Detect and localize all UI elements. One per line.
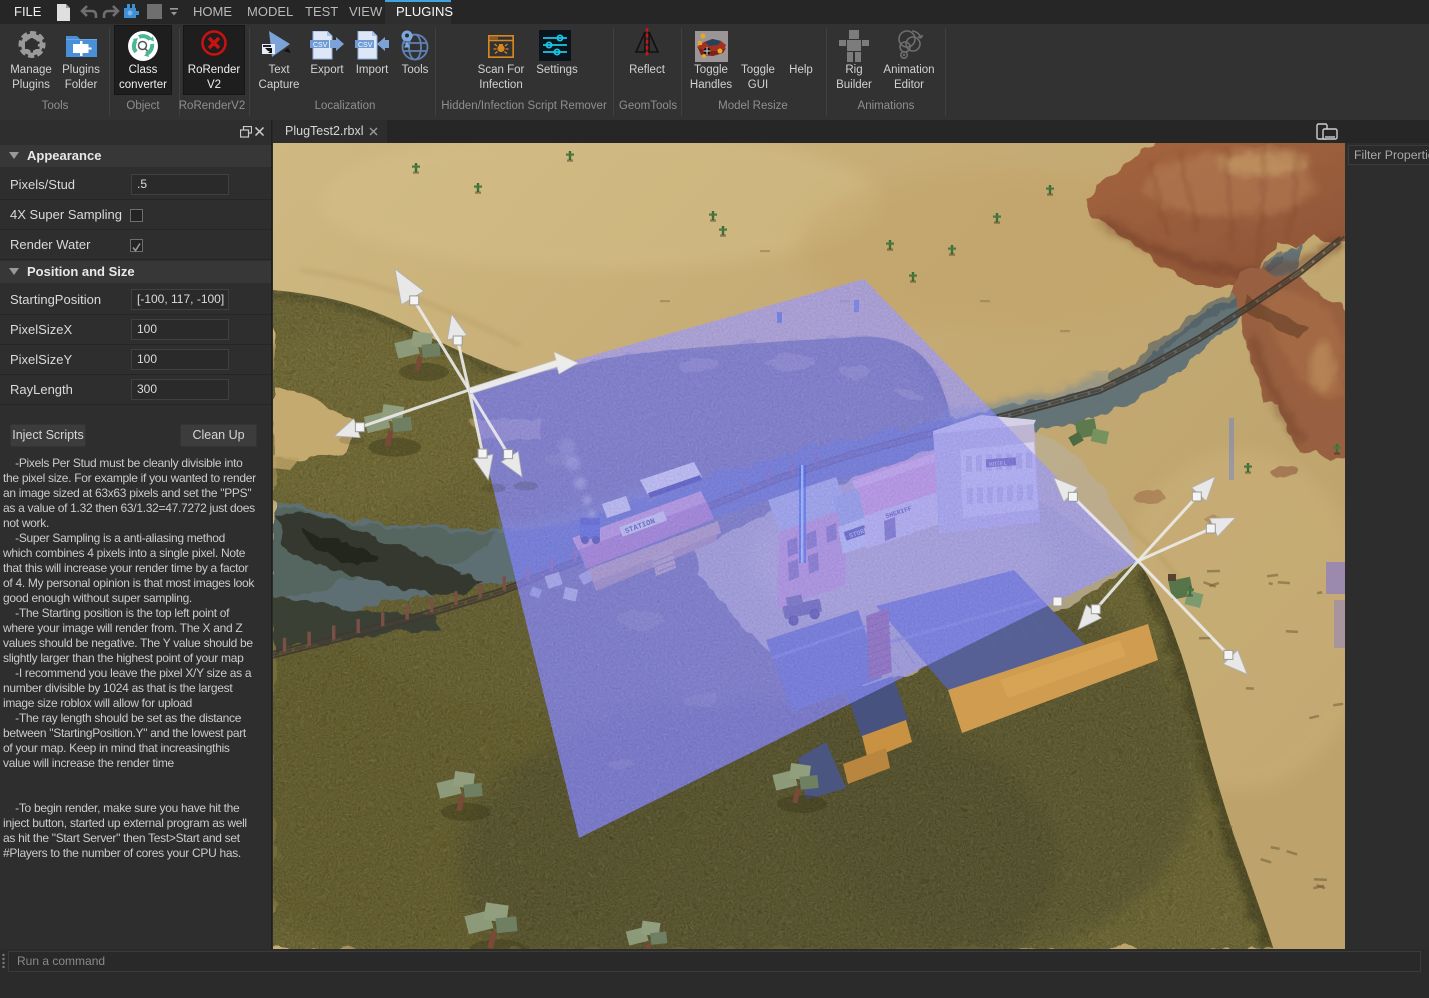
svg-text:CSV: CSV xyxy=(313,42,328,49)
svg-text:CSV: CSV xyxy=(358,42,373,49)
